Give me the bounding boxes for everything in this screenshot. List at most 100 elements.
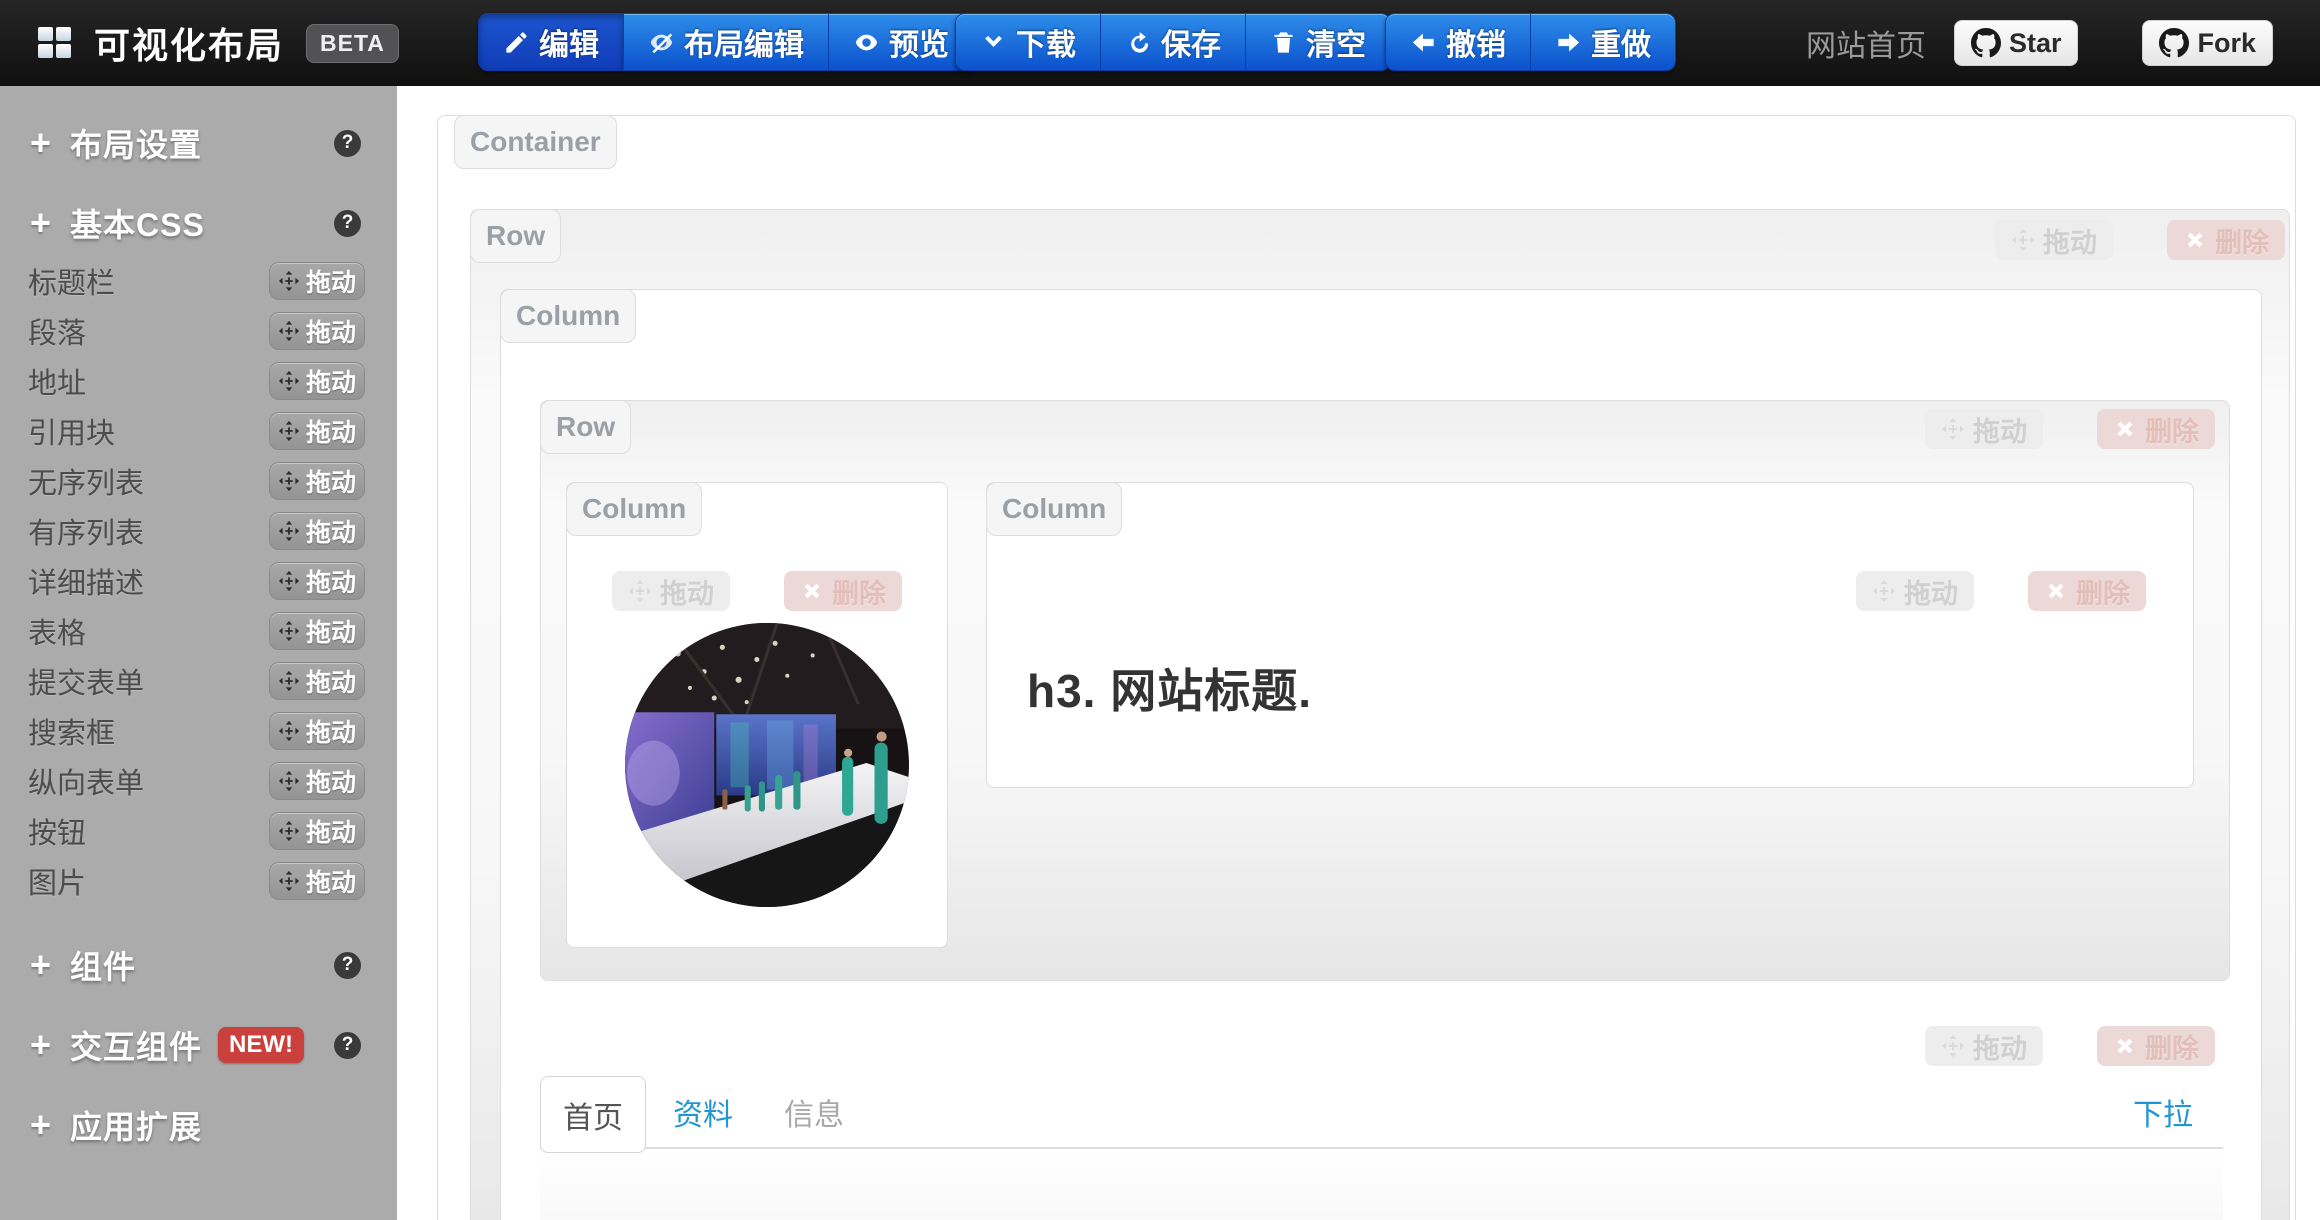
move-icon	[628, 579, 652, 603]
tab-profile[interactable]: 资料	[673, 1090, 733, 1134]
tab-content-panel	[540, 1149, 2223, 1220]
drag-handle-button[interactable]: 拖动	[269, 762, 365, 800]
delete-button[interactable]: 删除	[2097, 1026, 2215, 1066]
chevron-down-icon	[980, 29, 1007, 56]
delete-button[interactable]: 删除	[784, 571, 902, 611]
sidebar-item-address: 地址 拖动	[0, 356, 397, 406]
drag-handle-button[interactable]: 拖动	[269, 812, 365, 850]
layout-edit-button[interactable]: 布局编辑	[623, 13, 829, 71]
drag-button[interactable]: 拖动	[1856, 571, 1974, 611]
history-button-group: 撤销 重做	[1385, 13, 1676, 71]
edit-mode-button[interactable]: 编辑	[478, 13, 624, 71]
drag-handle-button[interactable]: 拖动	[269, 462, 365, 500]
sidebar-section-basic-css[interactable]: + 基本CSS ?	[0, 200, 397, 246]
plus-icon: +	[30, 1104, 70, 1146]
drag-handle-button[interactable]: 拖动	[269, 362, 365, 400]
sidebar-item-unordered-list: 无序列表 拖动	[0, 456, 397, 506]
drag-handle-button[interactable]: 拖动	[269, 612, 365, 650]
help-icon[interactable]: ?	[334, 130, 361, 157]
drag-handle-button[interactable]: 拖动	[269, 262, 365, 300]
column-block-outer: Column Row 拖动 删除 Column 拖动 删除	[500, 289, 2262, 1220]
x-close-icon	[2044, 579, 2068, 603]
site-title-heading: h3. 网站标题.	[1027, 655, 1312, 721]
move-icon	[1941, 417, 1965, 441]
drag-button[interactable]: 拖动	[612, 571, 730, 611]
drag-handle-button[interactable]: 拖动	[269, 712, 365, 750]
drag-handle-button[interactable]: 拖动	[269, 312, 365, 350]
move-icon	[2011, 228, 2035, 252]
move-icon	[278, 570, 300, 592]
tab-home-active[interactable]: 首页	[540, 1076, 646, 1153]
move-icon	[278, 770, 300, 792]
plus-icon: +	[30, 1024, 70, 1066]
column-block-image: Column 拖动 删除	[566, 482, 948, 948]
column-tag: Column	[500, 289, 636, 343]
sidebar-item-table: 表格 拖动	[0, 606, 397, 656]
plus-icon: +	[30, 202, 70, 244]
redo-button[interactable]: 重做	[1530, 13, 1676, 71]
row-block-outer: Row 拖动 删除 Column Row 拖动 删除 Column	[470, 209, 2290, 1220]
download-button[interactable]: 下载	[955, 13, 1101, 71]
component-sidebar: + 布局设置 ? + 基本CSS ? 标题栏 拖动 段落 拖动 地址 拖动 引用…	[0, 86, 397, 1220]
new-badge: NEW!	[218, 1027, 304, 1063]
save-button[interactable]: 保存	[1100, 13, 1246, 71]
sidebar-item-blockquote: 引用块 拖动	[0, 406, 397, 456]
column-tag: Column	[986, 482, 1122, 536]
mode-button-group: 编辑 布局编辑 预览	[478, 13, 974, 71]
sidebar-section-app-extensions[interactable]: + 应用扩展	[0, 1102, 397, 1148]
plus-icon: +	[30, 944, 70, 986]
x-close-icon	[2183, 228, 2207, 252]
tab-bar-divider	[540, 1147, 2223, 1149]
drag-button[interactable]: 拖动	[1925, 1026, 2043, 1066]
pencil-edit-icon	[503, 29, 530, 56]
move-icon	[278, 470, 300, 492]
x-close-icon	[2113, 417, 2137, 441]
help-icon[interactable]: ?	[334, 210, 361, 237]
github-fork-button[interactable]: Fork	[2142, 20, 2273, 66]
sidebar-section-layout-settings[interactable]: + 布局设置 ?	[0, 120, 397, 166]
move-icon	[278, 870, 300, 892]
help-icon[interactable]: ?	[334, 952, 361, 979]
site-home-link[interactable]: 网站首页	[1806, 21, 1926, 65]
sidebar-item-vertical-form: 纵向表单 拖动	[0, 756, 397, 806]
layout-canvas: Container Row 拖动 删除 Column Row 拖动 删除 Col…	[397, 86, 2320, 1220]
preview-button[interactable]: 预览	[828, 13, 974, 71]
row-block-inner: Row 拖动 删除 Column 拖动 删除	[540, 400, 2230, 981]
move-icon	[278, 420, 300, 442]
arrow-right-icon	[1555, 29, 1582, 56]
move-icon	[278, 620, 300, 642]
move-icon	[1941, 1034, 1965, 1058]
container-block: Container Row 拖动 删除 Column Row 拖动 删除 Col…	[437, 115, 2296, 1220]
drag-handle-button[interactable]: 拖动	[269, 512, 365, 550]
sidebar-item-image: 图片 拖动	[0, 856, 397, 906]
top-header-bar: 可视化布局 BETA 编辑 布局编辑 预览 下载 保存 清空	[0, 0, 2320, 86]
sidebar-item-paragraph: 段落 拖动	[0, 306, 397, 356]
sidebar-section-interactive-components[interactable]: + 交互组件 NEW! ?	[0, 1022, 397, 1068]
sidebar-item-description-list: 详细描述 拖动	[0, 556, 397, 606]
undo-button[interactable]: 撤销	[1385, 13, 1531, 71]
drag-handle-button[interactable]: 拖动	[269, 412, 365, 450]
layout-edit-icon	[648, 29, 675, 56]
sidebar-item-search-box: 搜索框 拖动	[0, 706, 397, 756]
move-icon	[278, 820, 300, 842]
drag-handle-button[interactable]: 拖动	[269, 862, 365, 900]
sidebar-section-components[interactable]: + 组件 ?	[0, 942, 397, 988]
sidebar-item-heading: 标题栏 拖动	[0, 256, 397, 306]
tab-info[interactable]: 信息	[784, 1090, 844, 1134]
github-star-button[interactable]: Star	[1954, 20, 2079, 66]
drag-handle-button[interactable]: 拖动	[269, 562, 365, 600]
delete-button[interactable]: 删除	[2097, 409, 2215, 449]
delete-button[interactable]: 删除	[2028, 571, 2146, 611]
row-tag: Row	[470, 209, 561, 263]
clear-button[interactable]: 清空	[1245, 13, 1391, 71]
eye-preview-icon	[853, 29, 880, 56]
drag-handle-button[interactable]: 拖动	[269, 662, 365, 700]
drag-button[interactable]: 拖动	[1925, 409, 2043, 449]
delete-button[interactable]: 删除	[2167, 220, 2285, 260]
column-block-heading: Column 拖动 删除 h3. 网站标题.	[986, 482, 2194, 788]
container-tag: Container	[454, 115, 617, 169]
tab-dropdown-toggle[interactable]: 下拉	[2133, 1090, 2193, 1134]
help-icon[interactable]: ?	[334, 1032, 361, 1059]
file-button-group: 下载 保存 清空	[955, 13, 1391, 71]
drag-button[interactable]: 拖动	[1995, 220, 2113, 260]
